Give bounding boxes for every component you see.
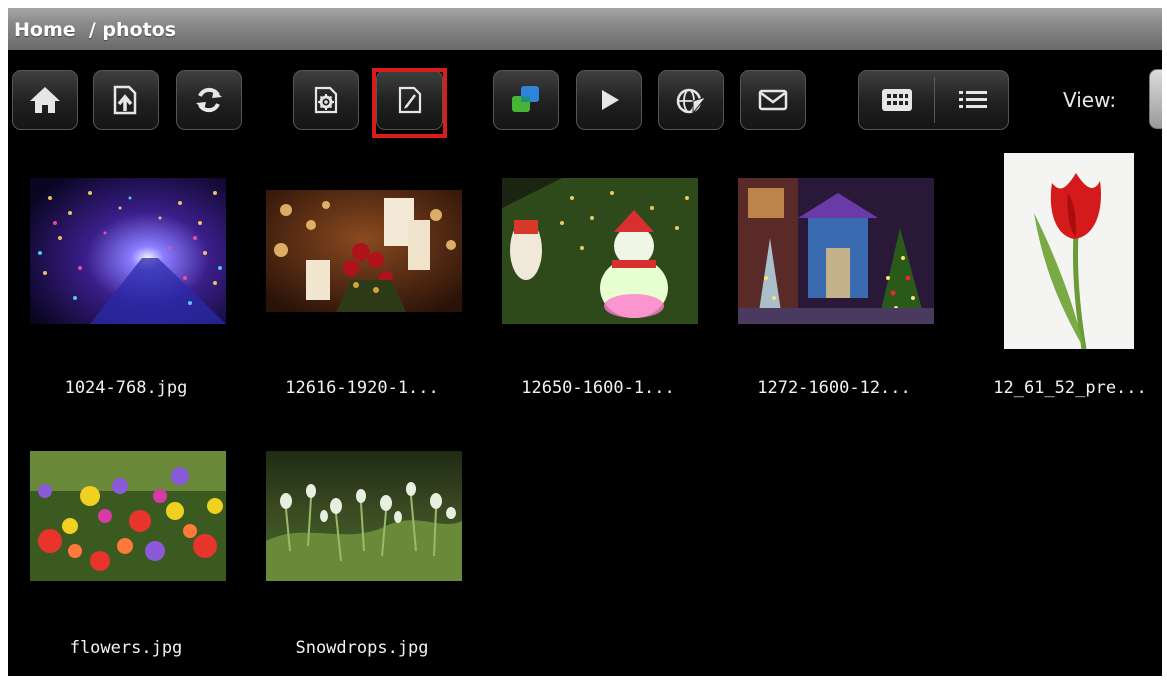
file-tile[interactable]: 12650-1600-1... xyxy=(480,148,716,408)
play-icon xyxy=(602,90,619,110)
thumbnail-christmas-house xyxy=(738,178,934,324)
send-icon xyxy=(676,88,708,115)
file-tile[interactable]: flowers.jpg xyxy=(8,413,244,673)
view-label: View: xyxy=(1063,88,1117,112)
file-manager-window: Home / photos View: 1024-768.jpg 12616-1… xyxy=(8,8,1162,676)
file-tile[interactable]: 12616-1920-1... xyxy=(244,148,480,408)
file-name: 12616-1920-1... xyxy=(285,378,439,398)
upload-button[interactable] xyxy=(93,70,159,130)
file-tile[interactable]: 1024-768.jpg xyxy=(8,148,244,408)
refresh-button[interactable] xyxy=(176,70,242,130)
file-tile[interactable]: Snowdrops.jpg xyxy=(244,413,480,673)
thumbnail-lights-tunnel xyxy=(30,178,226,324)
file-name: 1024-768.jpg xyxy=(64,378,188,398)
email-button[interactable] xyxy=(740,70,806,130)
home-button[interactable] xyxy=(12,70,78,130)
thumbnail-christmas-candles xyxy=(266,190,462,312)
title-bar: Home / photos xyxy=(8,8,1162,50)
mail-icon xyxy=(758,89,788,111)
refresh-icon xyxy=(196,87,222,113)
play-slideshow-button[interactable] xyxy=(576,70,642,130)
file-tile[interactable]: 1272-1600-12... xyxy=(716,148,952,408)
file-name: Snowdrops.jpg xyxy=(295,638,429,658)
thumbnail-snowdrops xyxy=(266,451,462,581)
file-name: flowers.jpg xyxy=(69,638,183,658)
file-tile[interactable]: 12_61_52_pre... xyxy=(952,148,1162,408)
upload-icon xyxy=(113,85,137,115)
file-name: 1272-1600-12... xyxy=(757,378,911,398)
breadcrumb[interactable]: Home / photos xyxy=(14,19,176,41)
grid-view-button[interactable] xyxy=(859,71,934,129)
settings-icon xyxy=(314,86,338,114)
grid-view-icon xyxy=(881,89,912,111)
settings-button[interactable] xyxy=(293,70,359,130)
share-button[interactable] xyxy=(493,70,559,130)
view-select[interactable] xyxy=(1149,69,1162,129)
thumbnail-red-tulip xyxy=(1004,153,1134,349)
share-windows-icon xyxy=(512,86,539,112)
edit-button-highlight xyxy=(372,68,447,138)
view-mode-toggle xyxy=(858,70,1009,130)
list-view-button[interactable] xyxy=(935,71,1008,129)
file-name: 12650-1600-1... xyxy=(521,378,675,398)
thumbnail-flowers xyxy=(30,451,226,581)
file-name: 12_61_52_pre... xyxy=(993,378,1147,398)
home-icon xyxy=(30,87,60,113)
list-view-icon xyxy=(958,91,987,108)
thumbnail-snowman-lights xyxy=(502,178,698,324)
send-button[interactable] xyxy=(658,70,724,130)
